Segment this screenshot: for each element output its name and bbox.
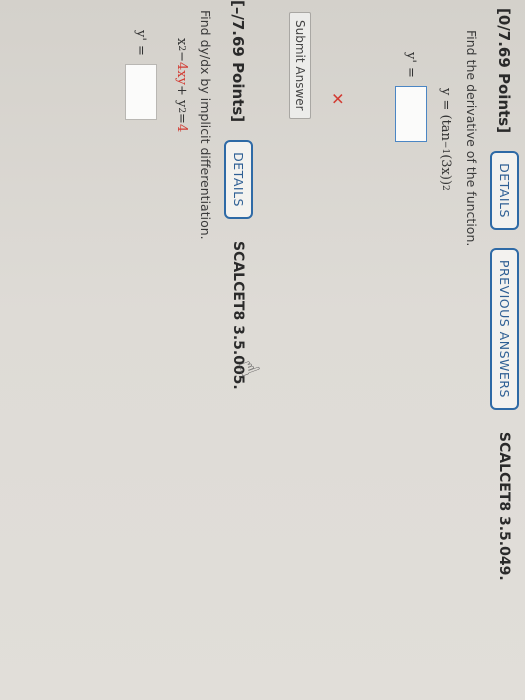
q1-problem-code: SCALCET8 3.5.049. [496,431,513,581]
q2-answer-label: y' = [133,30,149,56]
q2-header: [–/7.69 Points] DETAILS SCALCET8 3.5.005… [224,0,253,390]
q2-answer-row: y' = [125,30,157,120]
photo-viewport: [0/7.69 Points] DETAILS PREVIOUS ANSWERS… [0,0,525,700]
q2-prompt-row: Find dy/dx by implicit differentiation. [198,10,213,240]
q2-points: [–/7.69 Points] [229,0,248,123]
q2-eq-minus: − [174,51,189,62]
q1-eq-sup: −1 [440,140,451,155]
q2-equation: x2 − 4xy + y2 = 4 [174,38,189,132]
q2-eq-rhs: 4 [174,123,189,133]
q1-eq-mid: (3x)) [438,154,453,186]
q1-eq-power: 2 [440,185,451,191]
q2-eq-plus-y: + y [174,84,189,108]
x-mark-icon: ✕ [328,92,347,106]
q2-prompt: Find dy/dx by implicit differentiation. [198,10,213,240]
q2-eq-x: x [174,38,189,46]
q1-details-button[interactable]: DETAILS [490,151,519,230]
q1-header: [0/7.69 Points] DETAILS PREVIOUS ANSWERS… [490,8,519,581]
webassign-page: [0/7.69 Points] DETAILS PREVIOUS ANSWERS… [0,0,525,700]
q2-eq-4xy: 4xy [174,61,189,85]
q2-details-button[interactable]: DETAILS [224,140,253,219]
q1-prompt-row: Find the derivative of the function. [464,30,479,246]
q1-equation: y = (tan −1 (3x)) 2 [438,88,453,191]
q2-eq-equals: = [174,113,189,124]
q1-submit-row: Submit Answer [289,12,311,119]
q1-previous-answers-button[interactable]: PREVIOUS ANSWERS [490,247,519,410]
q1-eq-prefix: y = (tan [438,88,453,141]
q1-answer-label: y' = [403,52,419,78]
q1-prompt: Find the derivative of the function. [464,30,479,247]
q1-points: [0/7.69 Points] [495,8,514,134]
q2-answer-input[interactable] [125,63,157,120]
submit-answer-button[interactable]: Submit Answer [289,12,311,119]
q1-answer-input[interactable] [395,85,427,142]
q1-status-row: ✕ [328,92,347,105]
q1-answer-row: y' = [395,52,427,142]
